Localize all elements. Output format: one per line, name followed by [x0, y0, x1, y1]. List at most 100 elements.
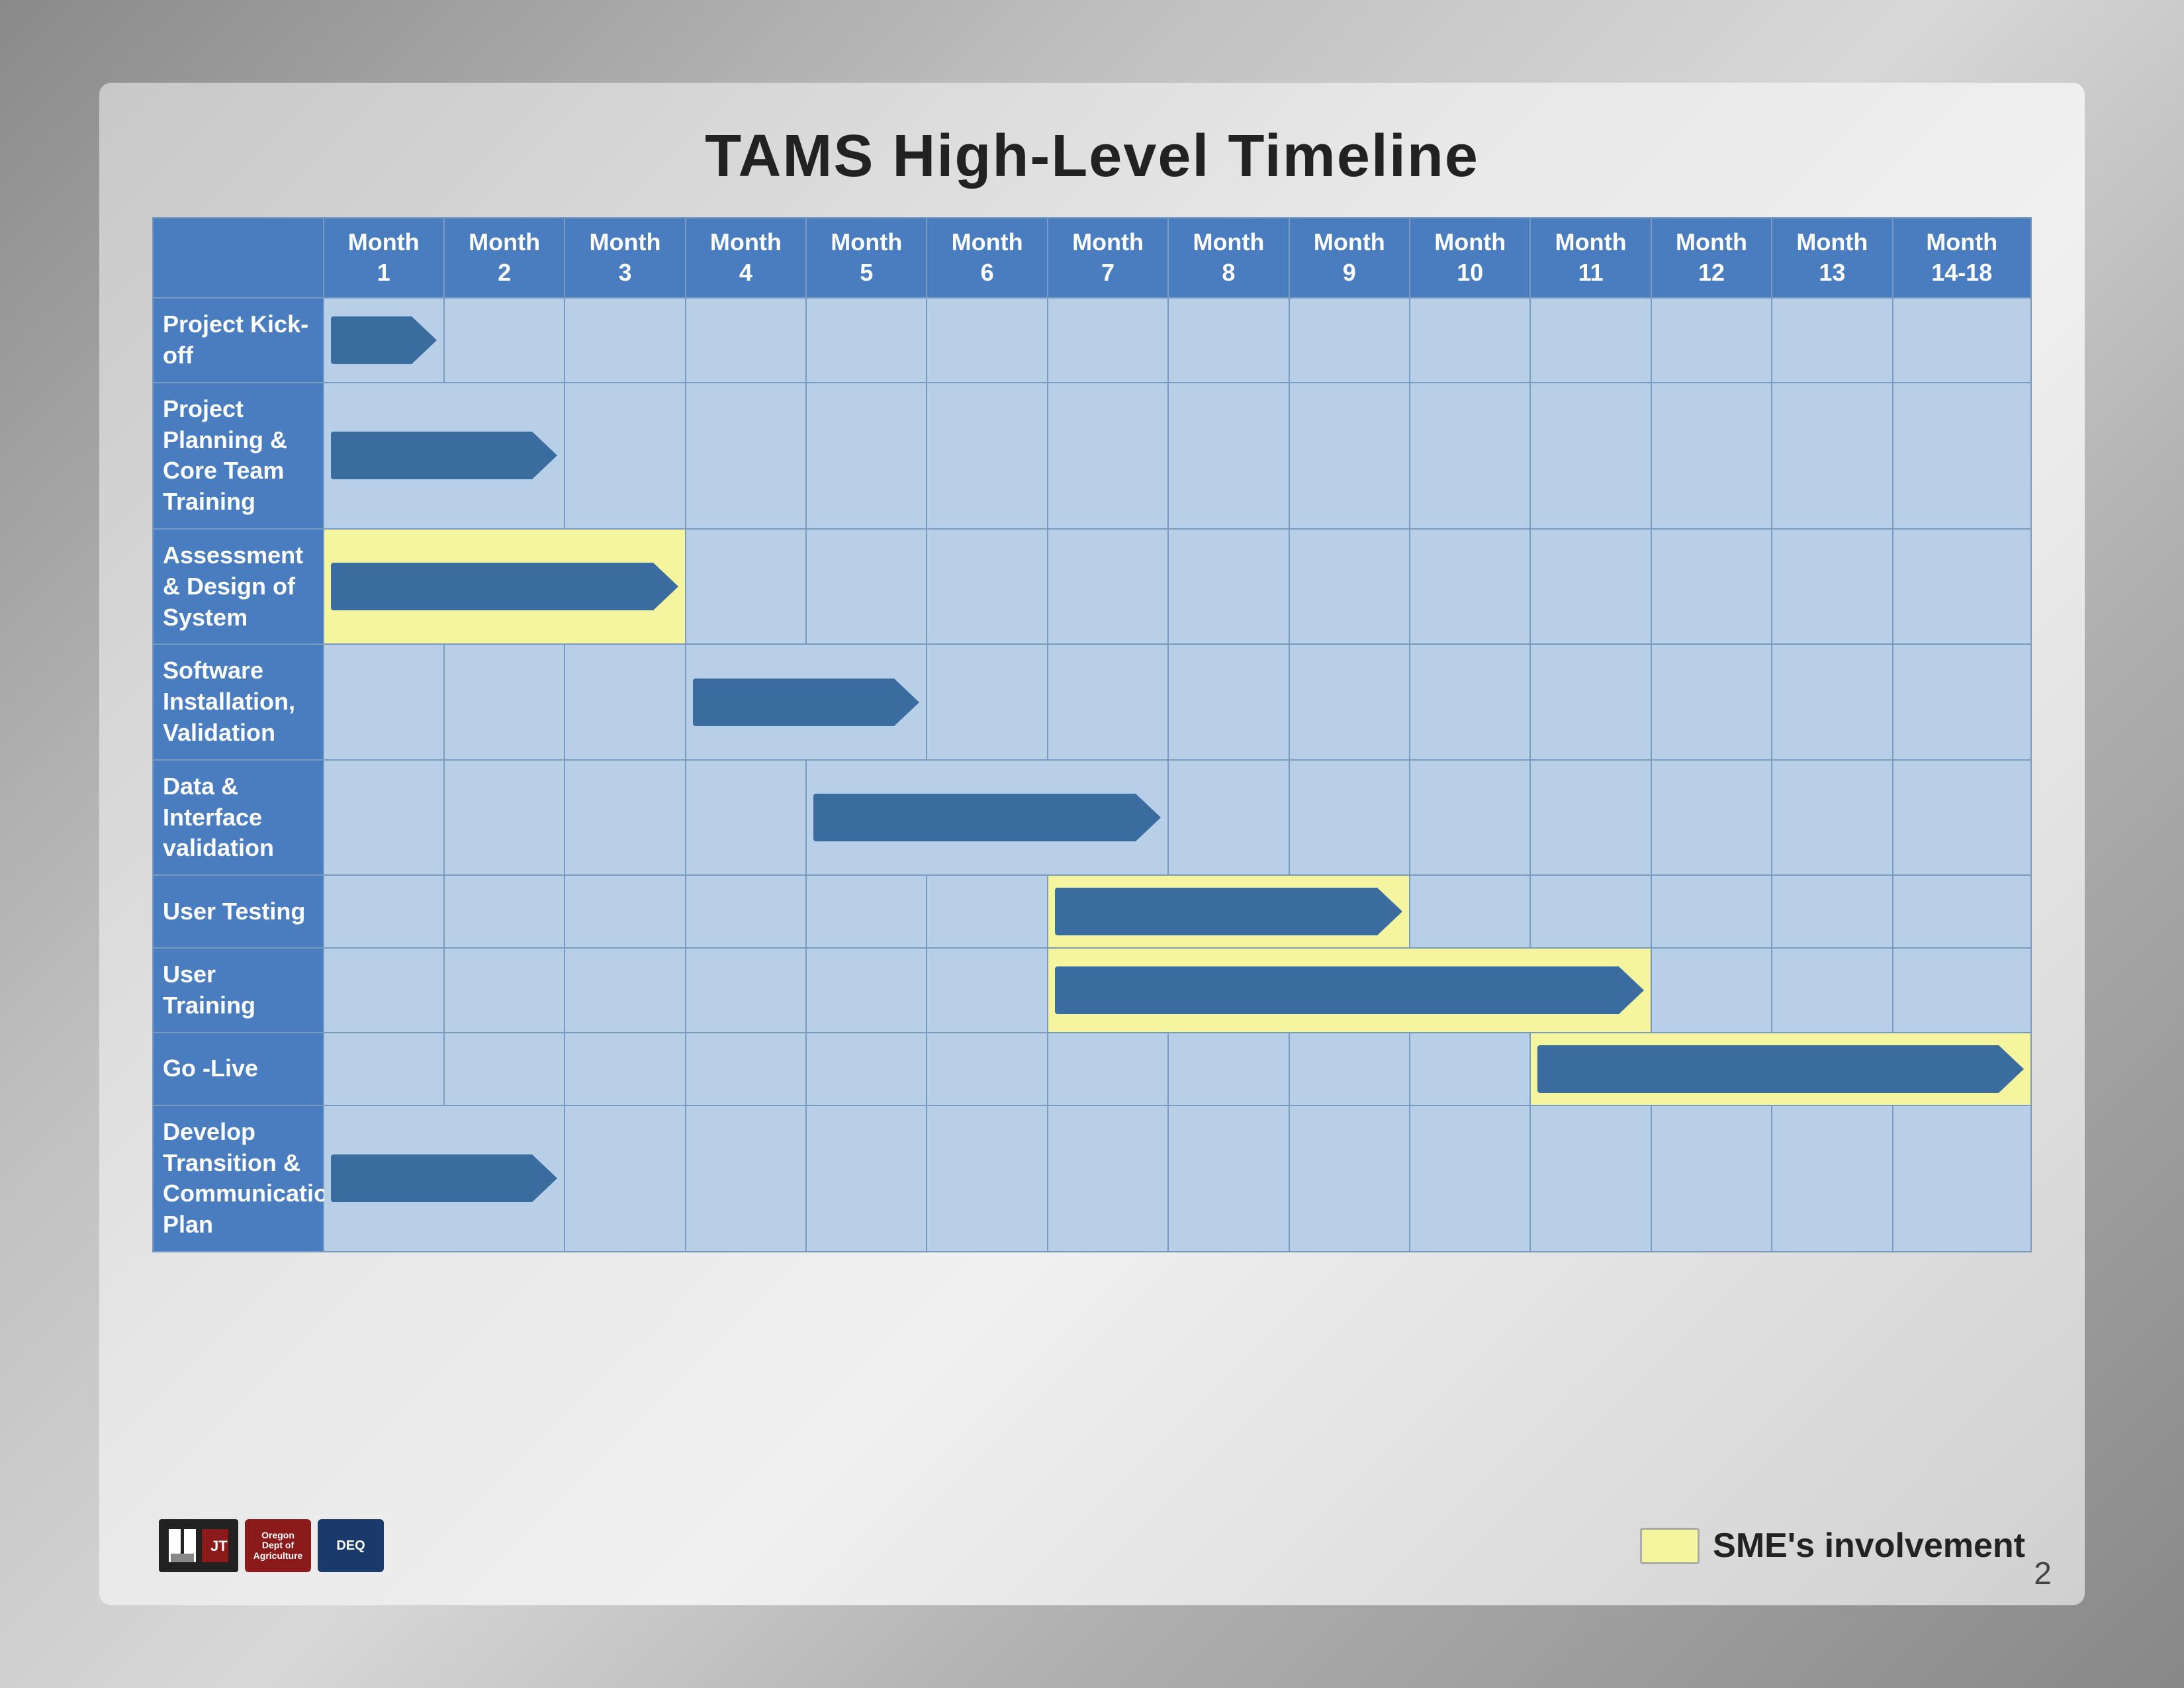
row-label-1: Project Planning & Core Team Training [153, 383, 324, 529]
arrow-cell-row-5 [1048, 875, 1410, 948]
data-cell-r3-c2 [444, 644, 565, 759]
data-cell-r0-c8 [1168, 298, 1289, 383]
data-cell-r3-c14 [1893, 644, 2031, 759]
data-cell-r3-c7 [1048, 644, 1168, 759]
data-cell-r8-c5 [806, 1105, 927, 1252]
data-cell-r3-c6 [927, 644, 1047, 759]
legend: SME's involvement [1640, 1526, 2025, 1566]
data-cell-r1-c9 [1289, 383, 1410, 529]
data-cell-r8-c8 [1168, 1105, 1289, 1252]
data-cell-r5-c10 [1410, 875, 1530, 948]
header-month-1: Month1 [324, 218, 444, 298]
header-month-2: Month2 [444, 218, 565, 298]
data-cell-r1-c12 [1651, 383, 1772, 529]
data-cell-r0-c3 [565, 298, 685, 383]
data-cell-r4-c12 [1651, 760, 1772, 875]
data-cell-r5-c3 [565, 875, 685, 948]
data-cell-r3-c13 [1772, 644, 1892, 759]
data-cell-r7-c5 [806, 1033, 927, 1105]
data-cell-r0-c4 [686, 298, 806, 383]
page-number: 2 [2034, 1556, 2052, 1592]
data-cell-r5-c6 [927, 875, 1047, 948]
header-month-6: Month6 [927, 218, 1047, 298]
data-cell-r7-c10 [1410, 1033, 1530, 1105]
arrow-cell-row-1 [324, 383, 565, 529]
data-cell-r6-c3 [565, 948, 685, 1033]
row-label-3: Software Installation, Validation [153, 644, 324, 759]
table-row: Software Installation, Validation [153, 644, 2031, 759]
header-month-5: Month5 [806, 218, 927, 298]
data-cell-r4-c8 [1168, 760, 1289, 875]
data-cell-r3-c10 [1410, 644, 1530, 759]
page-title: TAMS High-Level Timeline [705, 122, 1479, 191]
data-cell-r2-c9 [1289, 529, 1410, 644]
data-cell-r3-c9 [1289, 644, 1410, 759]
data-cell-r3-c11 [1530, 644, 1651, 759]
svg-text:JT: JT [210, 1538, 228, 1554]
arrow-cell-row-7 [1530, 1033, 2031, 1105]
table-row: User Testing [153, 875, 2031, 948]
row-label-8: Develop Transition & Communication Plan [153, 1105, 324, 1252]
arrow-cell-row-0 [324, 298, 444, 383]
header-month-8: Month8 [1168, 218, 1289, 298]
data-cell-r5-c1 [324, 875, 444, 948]
data-cell-r6-c12 [1651, 948, 1772, 1033]
data-cell-r2-c10 [1410, 529, 1530, 644]
data-cell-r0-c7 [1048, 298, 1168, 383]
data-cell-r8-c4 [686, 1105, 806, 1252]
data-cell-r5-c4 [686, 875, 806, 948]
data-cell-r2-c7 [1048, 529, 1168, 644]
data-cell-r7-c2 [444, 1033, 565, 1105]
data-cell-r5-c2 [444, 875, 565, 948]
header-month-11: Month11 [1530, 218, 1651, 298]
data-cell-r4-c1 [324, 760, 444, 875]
data-cell-r0-c13 [1772, 298, 1892, 383]
data-cell-r2-c8 [1168, 529, 1289, 644]
data-cell-r2-c13 [1772, 529, 1892, 644]
data-cell-r4-c2 [444, 760, 565, 875]
table-row: Data & Interface validation [153, 760, 2031, 875]
data-cell-r8-c11 [1530, 1105, 1651, 1252]
data-cell-r4-c3 [565, 760, 685, 875]
data-cell-r2-c6 [927, 529, 1047, 644]
arrow-cell-row-2 [324, 529, 686, 644]
data-cell-r6-c2 [444, 948, 565, 1033]
slide: TAMS High-Level Timeline Month1Month2Mon… [99, 83, 2085, 1605]
data-cell-r4-c13 [1772, 760, 1892, 875]
data-cell-r8-c10 [1410, 1105, 1530, 1252]
header-month-9: Month9 [1289, 218, 1410, 298]
data-cell-r1-c11 [1530, 383, 1651, 529]
data-cell-r1-c8 [1168, 383, 1289, 529]
data-cell-r1-c3 [565, 383, 685, 529]
data-cell-r3-c12 [1651, 644, 1772, 759]
header-month-4: Month4 [686, 218, 806, 298]
data-cell-r0-c12 [1651, 298, 1772, 383]
header-month-7: Month7 [1048, 218, 1168, 298]
data-cell-r0-c9 [1289, 298, 1410, 383]
data-cell-r0-c5 [806, 298, 927, 383]
arrow-cell-row-6 [1048, 948, 1651, 1033]
data-cell-r4-c11 [1530, 760, 1651, 875]
data-cell-r8-c6 [927, 1105, 1047, 1252]
data-cell-r5-c14 [1893, 875, 2031, 948]
data-cell-r8-c7 [1048, 1105, 1168, 1252]
data-cell-r3-c3 [565, 644, 685, 759]
data-cell-r4-c10 [1410, 760, 1530, 875]
table-row: Assessment & Design of System [153, 529, 2031, 644]
arrow-cell-row-3 [686, 644, 927, 759]
table-row: Go -Live [153, 1033, 2031, 1105]
gantt-table: Month1Month2Month3Month4Month5Month6Mont… [152, 217, 2032, 1252]
table-row: Develop Transition & Communication Plan [153, 1105, 2031, 1252]
row-label-5: User Testing [153, 875, 324, 948]
data-cell-r6-c6 [927, 948, 1047, 1033]
oregon-logo: OregonDept ofAgriculture [245, 1519, 311, 1572]
table-row: Project Kick-off [153, 298, 2031, 383]
data-cell-r1-c13 [1772, 383, 1892, 529]
data-cell-r7-c1 [324, 1033, 444, 1105]
data-cell-r7-c9 [1289, 1033, 1410, 1105]
data-cell-r6-c1 [324, 948, 444, 1033]
data-cell-r0-c2 [444, 298, 565, 383]
data-cell-r1-c6 [927, 383, 1047, 529]
data-cell-r2-c4 [686, 529, 806, 644]
data-cell-r6-c5 [806, 948, 927, 1033]
